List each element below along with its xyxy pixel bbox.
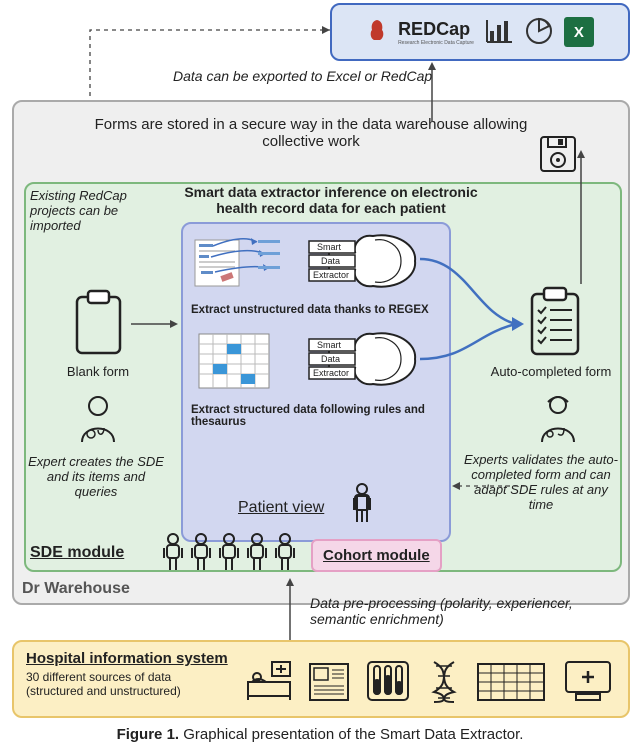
his-box: Hospital information system 30 different… <box>12 640 630 718</box>
dna-icon <box>424 658 464 707</box>
test-tubes-icon <box>364 658 412 707</box>
his-subtitle: 30 different sources of data (structured… <box>26 670 226 698</box>
hospital-bed-icon <box>244 660 294 707</box>
newspaper-icon <box>306 660 352 707</box>
figure-text: Graphical presentation of the Smart Data… <box>179 726 523 743</box>
grid-icon <box>476 662 546 705</box>
monitor-plus-icon <box>562 658 614 707</box>
arrow-his-up <box>0 0 640 700</box>
figure-number: Figure 1. <box>117 726 180 743</box>
figure-caption: Figure 1. Graphical presentation of the … <box>0 726 640 743</box>
